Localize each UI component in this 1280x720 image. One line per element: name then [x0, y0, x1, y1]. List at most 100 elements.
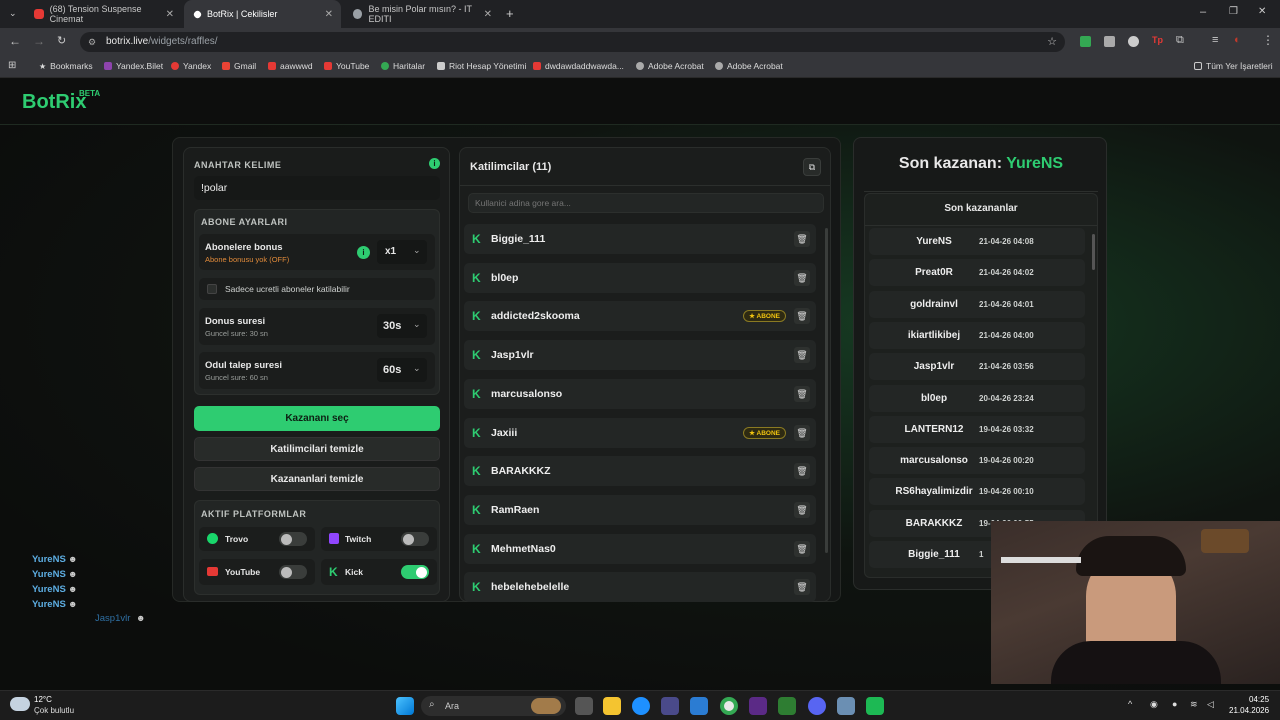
participant-row[interactable]: Kmarcusalonso 🗑	[464, 378, 816, 409]
vs-icon[interactable]	[749, 697, 767, 715]
scrollbar[interactable]	[1092, 234, 1095, 270]
bookmark-item[interactable]: Haritalar	[381, 61, 425, 71]
bookmark-item[interactable]: Adobe Acrobat	[636, 61, 704, 71]
bookmark-item[interactable]: ★ Bookmarks	[39, 61, 93, 71]
trash-icon[interactable]: 🗑	[794, 540, 810, 557]
tab-polar[interactable]: Be misin Polar mısın? - IT EDITI ✕	[343, 0, 500, 28]
trash-icon[interactable]: 🗑	[794, 501, 810, 518]
puzzle-icon[interactable]: ⧉	[1176, 34, 1184, 47]
clock-time[interactable]: 04:25	[1249, 695, 1269, 704]
scrollbar[interactable]	[825, 228, 828, 553]
profile-icon[interactable]: ◐	[1234, 34, 1241, 46]
bookmark-item[interactable]: dwdawdaddwawda...	[533, 61, 624, 71]
participant-row[interactable]: K Jasp1vlr 🗑	[464, 340, 816, 371]
taskbar-search[interactable]: ⌕ Ara	[421, 696, 566, 716]
file-explorer-icon[interactable]	[603, 697, 621, 715]
participant-search-input[interactable]	[468, 193, 824, 213]
participant-row[interactable]: Kaddicted2skooma ★ ABONE 🗑	[464, 301, 816, 332]
app-icon[interactable]	[778, 697, 796, 715]
star-icon[interactable]: ☆	[1047, 32, 1057, 52]
new-tab-button[interactable]: +	[506, 6, 514, 21]
back-icon[interactable]: ←	[9, 34, 21, 48]
bookmark-item[interactable]: Yandex	[171, 61, 211, 71]
store-icon[interactable]	[661, 697, 679, 715]
bookmark-item[interactable]: Adobe Acrobat	[715, 61, 783, 71]
clear-participants-button[interactable]: Katilimcilari temizle	[194, 437, 440, 461]
clear-winners-button[interactable]: Kazananlari temizle	[194, 467, 440, 491]
close-icon[interactable]: ✕	[325, 9, 333, 20]
tray-expand-icon[interactable]: ^	[1128, 699, 1132, 709]
forward-icon[interactable]: →	[33, 34, 45, 48]
participant-row[interactable]: K Jaxiii ★ ABONE 🗑	[464, 417, 816, 448]
youtube-toggle[interactable]	[279, 565, 307, 579]
pick-winner-button[interactable]: Kazananı seç	[194, 406, 440, 431]
minimize-icon[interactable]: –	[1200, 6, 1206, 18]
extension-tp-icon[interactable]: Tp	[1152, 35, 1163, 45]
clock-date[interactable]: 21.04.2026	[1229, 706, 1269, 715]
participant-row[interactable]: Kbl0ep 🗑	[464, 262, 816, 293]
participant-row[interactable]: K MehmetNas0 🗑	[464, 533, 816, 564]
duration-select[interactable]: 30s ⌄	[377, 314, 427, 338]
volume-icon[interactable]: ◁	[1207, 699, 1214, 710]
maximize-icon[interactable]: ❐	[1229, 6, 1238, 17]
extension-icon[interactable]	[1104, 36, 1115, 47]
apps-icon[interactable]: ⊞	[8, 60, 16, 71]
bookmark-item[interactable]: Riot Hesap Yönetimi	[437, 61, 526, 71]
tab-youtube[interactable]: (68) Tension Suspense Cinemat ✕	[24, 0, 182, 28]
bookmark-item[interactable]: YouTube	[324, 61, 369, 71]
app-icon[interactable]	[866, 697, 884, 715]
weather-cloud-icon[interactable]	[10, 697, 30, 711]
network-icon[interactable]: ◉	[1150, 699, 1158, 710]
participant-row[interactable]: K RamRaen 🗑	[464, 494, 816, 525]
tab-list-icon[interactable]: ⌄	[9, 8, 17, 19]
edge-icon[interactable]	[632, 697, 650, 715]
trovo-toggle[interactable]	[279, 532, 307, 546]
site-info-icon[interactable]: ⚙	[88, 32, 96, 52]
kick-toggle[interactable]	[401, 565, 429, 579]
wifi-icon[interactable]: ≋	[1190, 699, 1198, 710]
botrix-logo[interactable]: BotRix BETA	[22, 89, 100, 114]
start-icon[interactable]	[396, 697, 414, 715]
outlook-icon[interactable]	[690, 697, 708, 715]
trash-icon[interactable]: 🗑	[794, 424, 810, 441]
tab-botrix[interactable]: BotRix | Cekilisler ✕	[184, 0, 341, 28]
trash-icon[interactable]: 🗑	[794, 308, 810, 325]
copy-icon[interactable]: ⧉	[803, 158, 821, 176]
chat-username: YureNS	[32, 584, 66, 595]
close-icon[interactable]: ✕	[166, 9, 174, 20]
info-icon[interactable]: i	[429, 158, 440, 169]
trash-icon[interactable]: 🗑	[794, 385, 810, 402]
trash-icon[interactable]: 🗑	[794, 347, 810, 364]
task-view-icon[interactable]	[575, 697, 593, 715]
trash-icon[interactable]: 🗑	[794, 231, 810, 247]
sub-bonus-select[interactable]: x1 ⌄	[377, 240, 427, 264]
all-bookmarks[interactable]: Tüm Yer İşaretleri	[1194, 61, 1273, 71]
trash-icon[interactable]: 🗑	[794, 579, 810, 596]
participant-row[interactable]: K BARAKKKZ 🗑	[464, 456, 816, 487]
app-icon[interactable]	[837, 697, 855, 715]
bookmark-item[interactable]: aawwwd	[268, 61, 313, 71]
twitch-toggle[interactable]	[401, 532, 429, 546]
reload-icon[interactable]: ↻	[57, 34, 66, 47]
paid-only-checkbox[interactable]	[207, 284, 217, 294]
url-field[interactable]: ⚙ botrix.live/widgets/raffles/ ☆	[80, 32, 1065, 52]
mic-icon[interactable]: ●	[1172, 699, 1177, 709]
trash-icon[interactable]: 🗑	[794, 463, 810, 480]
close-icon[interactable]: ✕	[484, 9, 492, 20]
chrome-icon[interactable]	[720, 697, 738, 715]
close-window-icon[interactable]: ✕	[1258, 6, 1266, 17]
paid-only-row[interactable]: Sadece ucretli aboneler katilabilir	[199, 278, 435, 300]
media-icon[interactable]: ≡	[1212, 34, 1218, 46]
participant-row[interactable]: K Biggie_111 🗑	[464, 224, 816, 254]
extension-shield-icon[interactable]	[1080, 36, 1091, 47]
keyword-input[interactable]: !polar	[194, 176, 440, 200]
extension-icon[interactable]	[1128, 36, 1139, 47]
bookmark-item[interactable]: Yandex.Bilet	[104, 61, 163, 71]
bookmark-item[interactable]: Gmail	[222, 61, 256, 71]
menu-icon[interactable]: ⋮	[1262, 33, 1274, 47]
trash-icon[interactable]: 🗑	[794, 269, 810, 286]
claim-select[interactable]: 60s ⌄	[377, 358, 427, 382]
discord-icon[interactable]	[808, 697, 826, 715]
info-icon[interactable]: i	[357, 246, 370, 259]
participant-row[interactable]: Khebelehebelelle 🗑	[464, 572, 816, 603]
